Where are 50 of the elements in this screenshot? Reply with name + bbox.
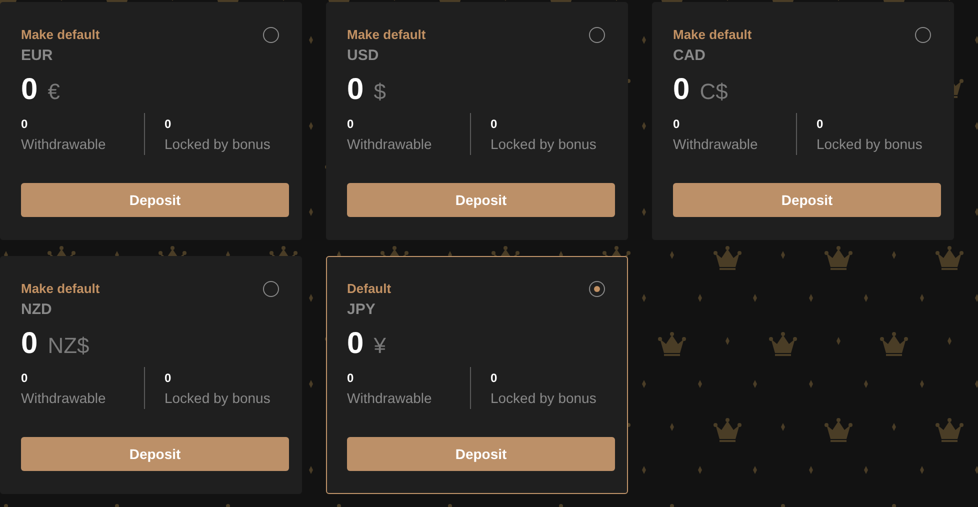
withdrawable-label: Withdrawable [347,389,433,407]
default-radio[interactable] [263,281,279,297]
currency-code: USD [347,47,380,65]
balance-amount: 0 [347,327,364,361]
locked-label: Locked by bonus [164,135,272,153]
default-label: Make default [347,27,426,43]
withdrawable-label: Withdrawable [21,389,107,407]
withdrawable-label: Withdrawable [21,135,107,153]
locked-label: Locked by bonus [816,135,924,153]
deposit-button[interactable]: Deposit [673,183,941,217]
default-radio[interactable] [263,27,279,43]
locked-label: Locked by bonus [490,135,598,153]
withdrawable-amount: 0 [21,116,29,132]
locked-amount: 0 [164,116,172,132]
currency-code: NZD [21,301,53,319]
locked-amount: 0 [816,116,824,132]
balance-amount: 0 [673,73,690,107]
default-radio[interactable] [915,27,931,43]
balance-amount: 0 [21,327,38,361]
locked-amount: 0 [164,370,172,386]
deposit-button[interactable]: Deposit [21,437,289,471]
locked-amount: 0 [490,116,498,132]
deposit-button[interactable]: Deposit [347,437,615,471]
currency-symbol: NZ$ [48,333,90,359]
currency-symbol: C$ [700,79,728,105]
withdrawable-amount: 0 [21,370,29,386]
currency-code: CAD [673,47,706,65]
withdrawable-amount: 0 [673,116,681,132]
deposit-button[interactable]: Deposit [347,183,615,217]
withdrawable-amount: 0 [347,370,355,386]
locked-amount: 0 [490,370,498,386]
locked-label: Locked by bonus [164,389,272,407]
default-label: Default [347,281,392,297]
balance-amount: 0 [21,73,38,107]
currency-symbol: € [48,79,60,105]
default-label: Make default [673,27,752,43]
currency-symbol: ¥ [374,333,386,359]
currency-code: EUR [21,47,54,65]
currency-symbol: $ [374,79,386,105]
withdrawable-label: Withdrawable [673,135,759,153]
default-label: Make default [21,281,100,297]
default-label: Make default [21,27,100,43]
currency-code: JPY [347,301,376,319]
default-radio[interactable] [589,281,605,297]
locked-label: Locked by bonus [490,389,598,407]
default-radio[interactable] [589,27,605,43]
balance-amount: 0 [347,73,364,107]
withdrawable-label: Withdrawable [347,135,433,153]
withdrawable-amount: 0 [347,116,355,132]
deposit-button[interactable]: Deposit [21,183,289,217]
